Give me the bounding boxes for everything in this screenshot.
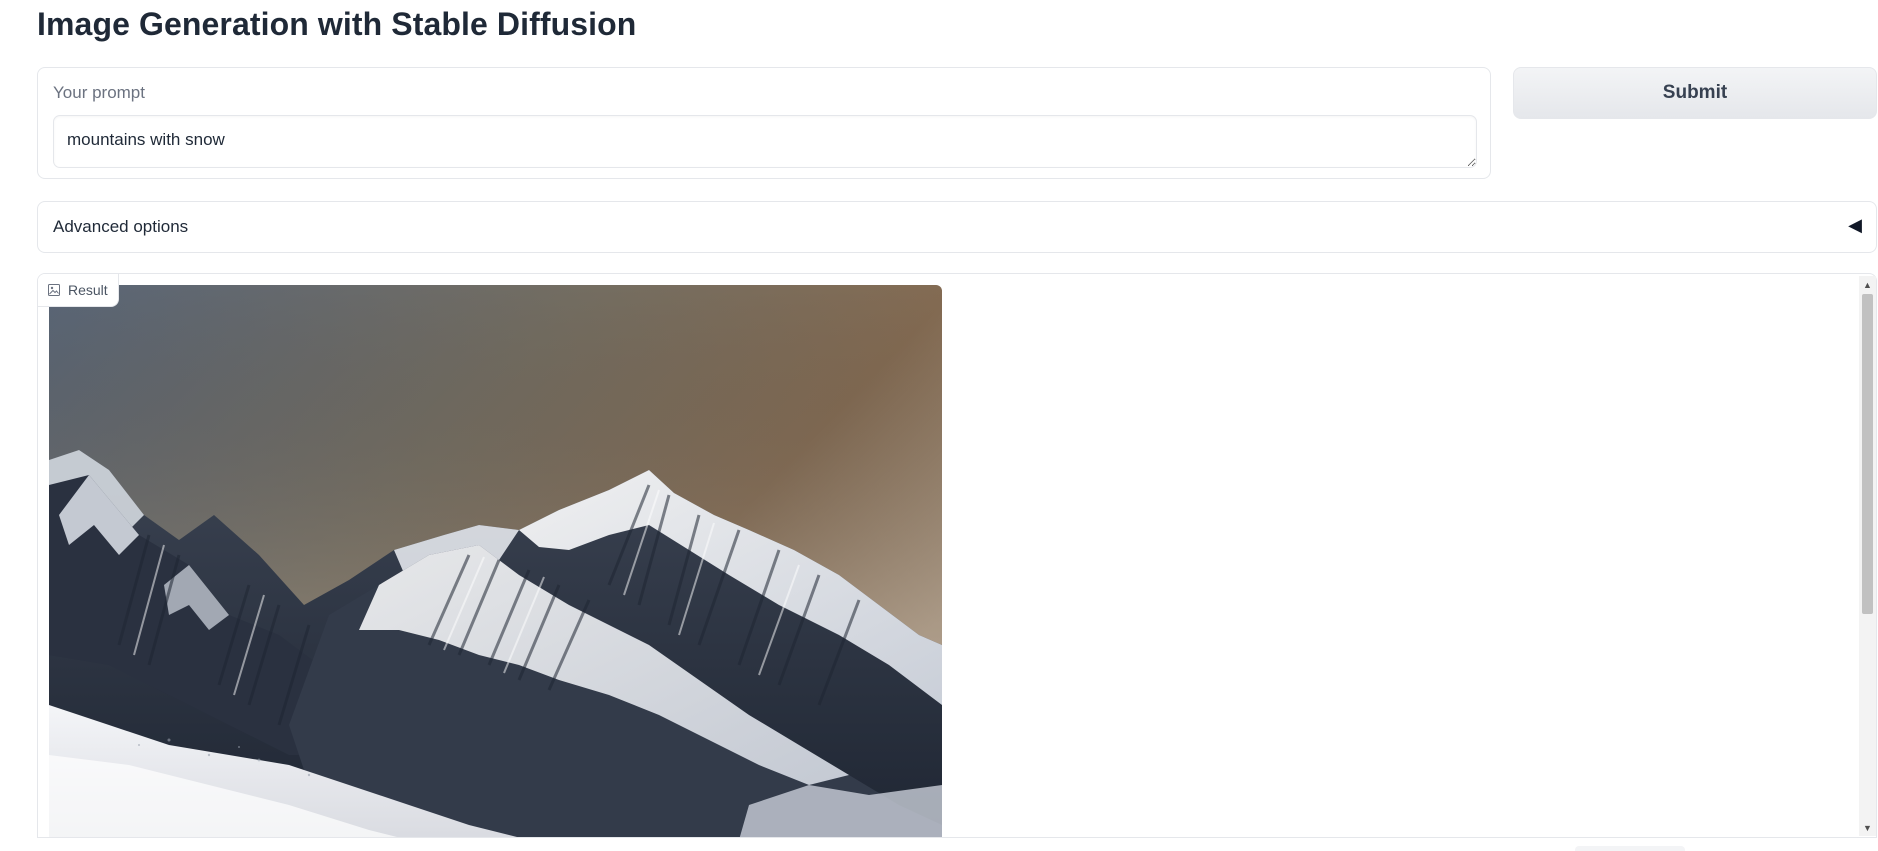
advanced-options-accordion[interactable]: Advanced options ◀ <box>37 201 1877 253</box>
result-label: Result <box>68 282 108 298</box>
result-panel: Result <box>37 273 1877 838</box>
scroll-down-arrow-icon[interactable]: ▼ <box>1859 819 1876 836</box>
image-icon <box>48 284 60 296</box>
prompt-input[interactable] <box>53 115 1477 168</box>
prompt-label: Your prompt <box>53 83 145 102</box>
advanced-options-label: Advanced options <box>53 217 189 236</box>
submit-button[interactable]: Submit <box>1513 67 1877 119</box>
scrollbar-thumb[interactable] <box>1862 294 1873 614</box>
prompt-block: Your prompt <box>37 67 1491 179</box>
page-title: Image Generation with Stable Diffusion <box>37 6 637 42</box>
footer-edge <box>1575 846 1685 851</box>
result-badge: Result <box>38 274 119 307</box>
result-scrollbar[interactable]: ▲ ▼ <box>1859 276 1876 836</box>
page: Image Generation with Stable Diffusion Y… <box>0 0 1878 851</box>
scroll-up-arrow-icon[interactable]: ▲ <box>1859 276 1876 293</box>
collapse-arrow-icon[interactable]: ◀ <box>1848 215 1862 236</box>
result-image <box>49 285 942 837</box>
